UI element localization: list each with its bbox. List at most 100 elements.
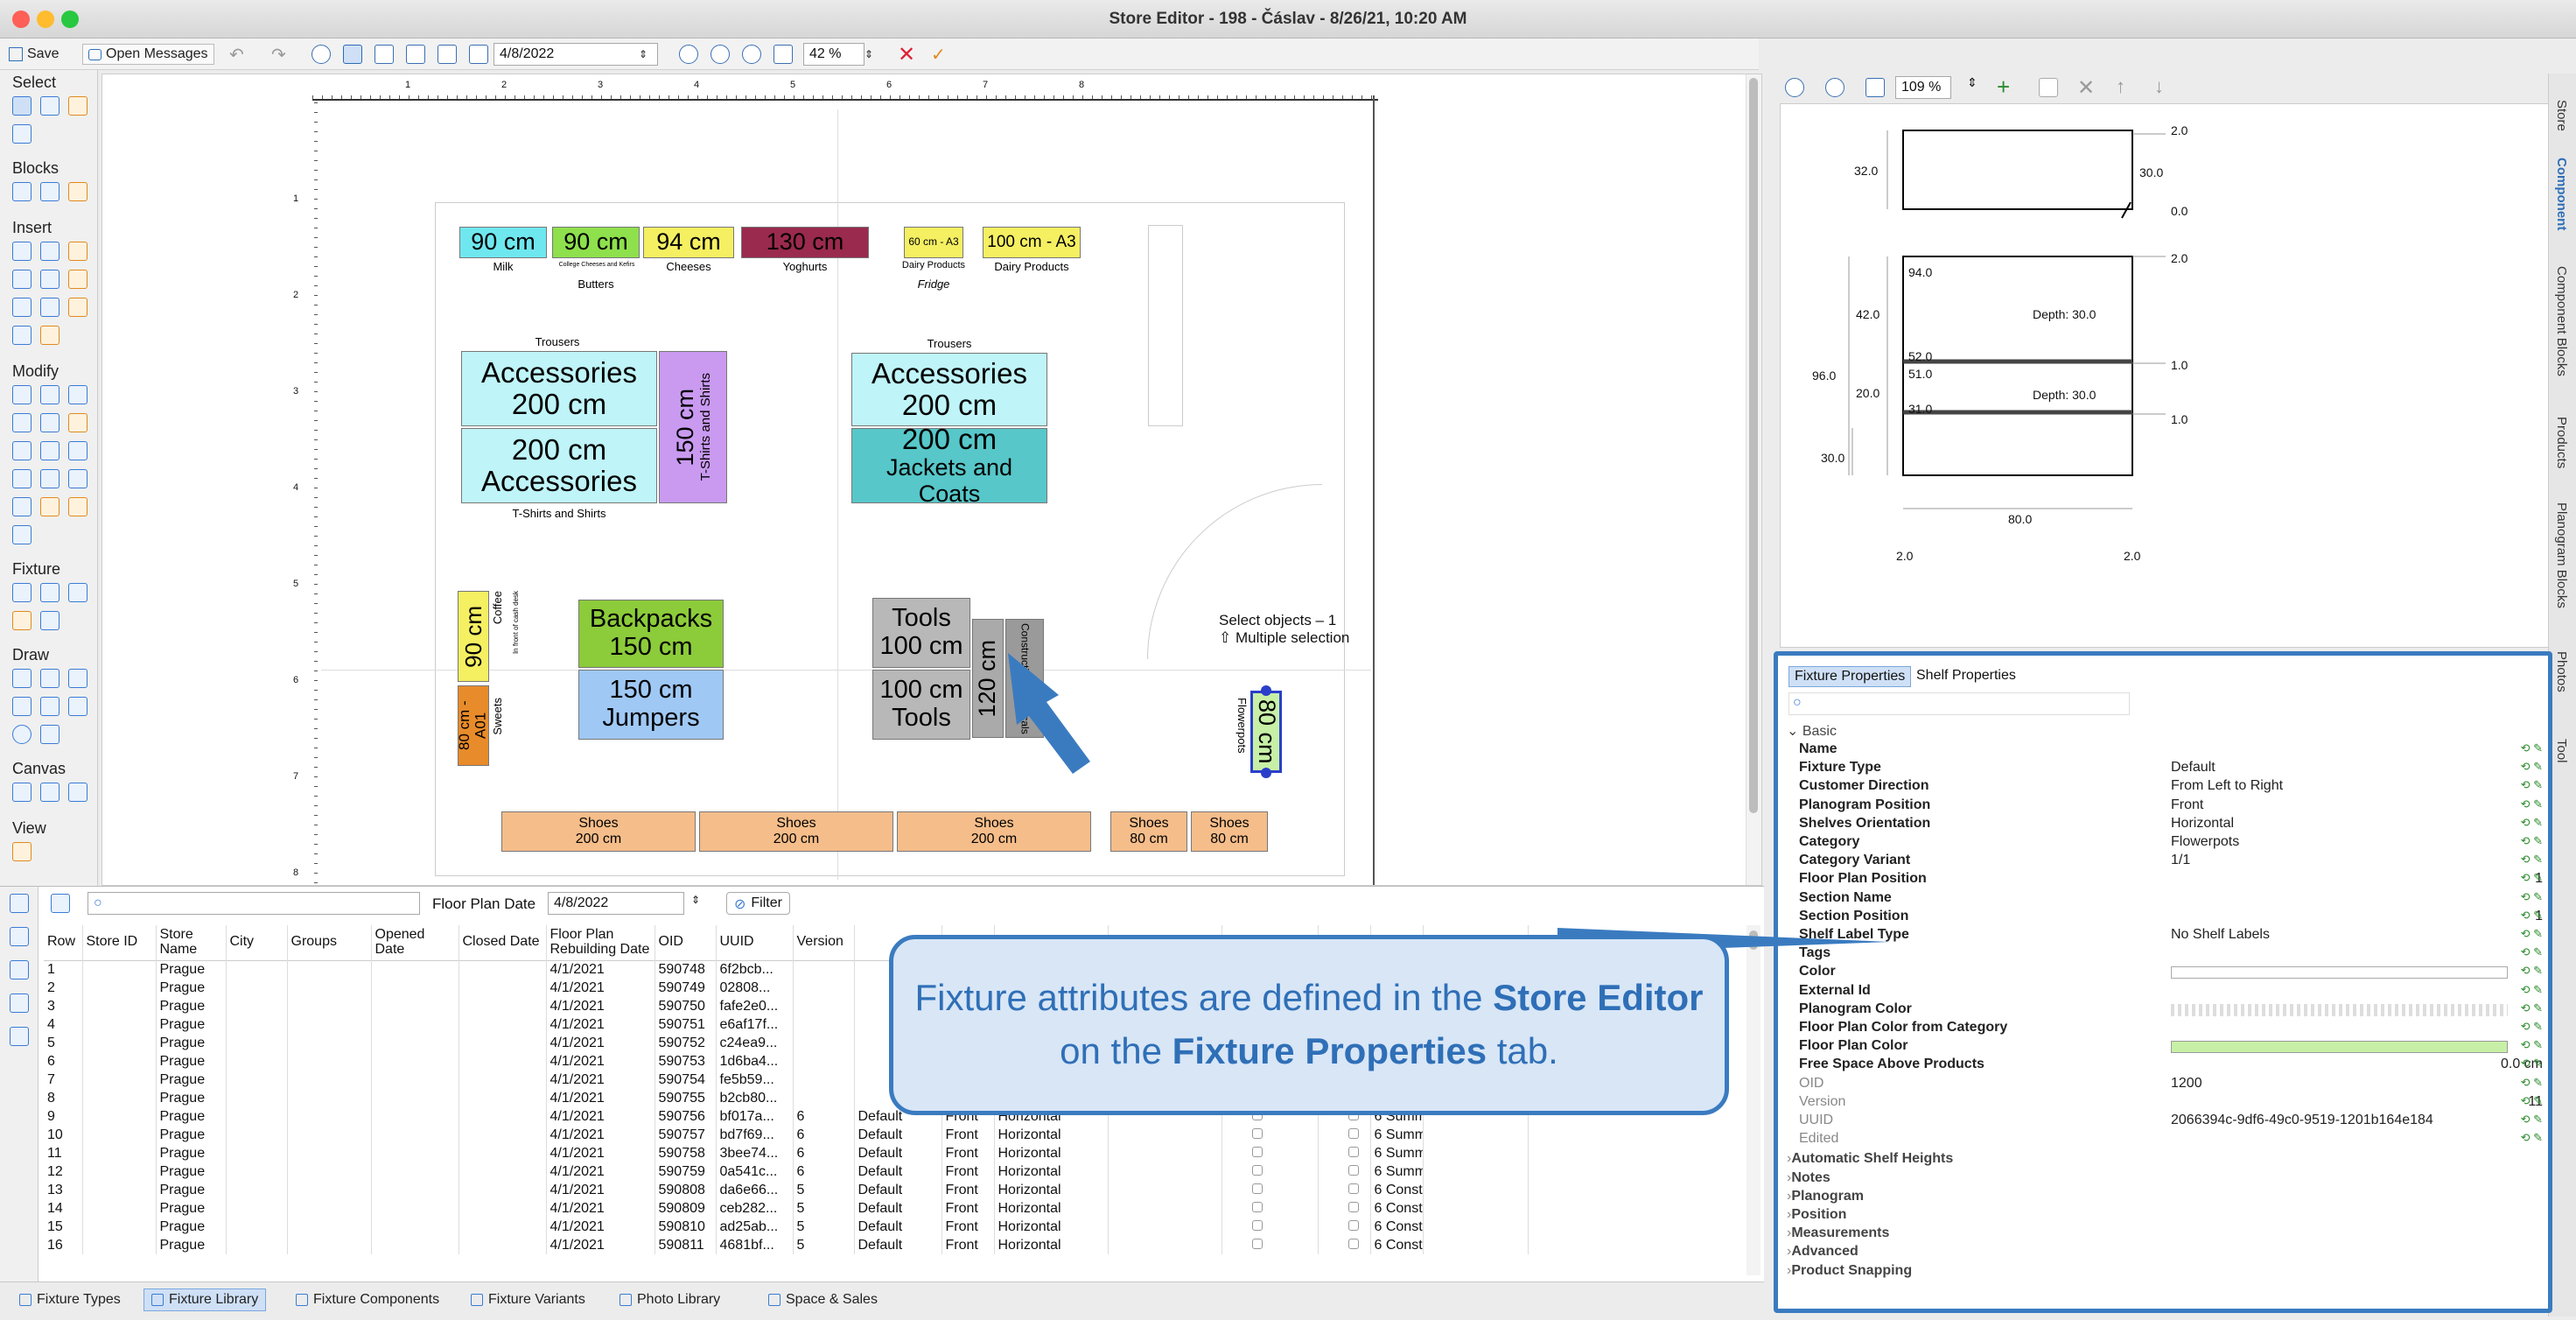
draw-curve-icon[interactable] <box>12 697 32 716</box>
table-row[interactable]: 13 Prague 4/1/2021 590808 da6e66... 5 Default F… <box>44 1181 1529 1199</box>
bottom-tab-fixture-components[interactable]: Fixture Components <box>289 1288 446 1311</box>
property-group[interactable]: › Product Snapping <box>1787 1263 2530 1281</box>
property-reset-icon[interactable]: ⟲ ✎ <box>2521 909 2543 923</box>
insert-panel-icon[interactable] <box>40 242 60 261</box>
property-group[interactable]: › Advanced <box>1787 1244 2530 1262</box>
column-header[interactable]: Version <box>793 925 855 960</box>
fixture-accessories-right[interactable]: Accessories 200 cm <box>851 353 1047 426</box>
insert-text-icon[interactable] <box>12 270 32 289</box>
align-right-icon[interactable] <box>68 441 88 460</box>
table-row[interactable]: 15 Prague 4/1/2021 590810 ad25ab... 5 Default F… <box>44 1218 1529 1236</box>
property-group[interactable]: › Measurements <box>1787 1225 2530 1244</box>
camera-icon[interactable] <box>438 45 457 64</box>
draw-line-icon[interactable] <box>12 669 32 688</box>
select-tool-icon[interactable] <box>12 96 32 116</box>
draw-rectangle-icon[interactable] <box>68 697 88 716</box>
table-row[interactable]: 14 Prague 4/1/2021 590809 ceb282... 5 Default F… <box>44 1199 1529 1218</box>
align-grid-icon[interactable] <box>40 413 60 432</box>
fixture-shoes-1[interactable]: Shoes 200 cm <box>501 811 696 852</box>
zoom-input[interactable]: 42 % <box>803 43 864 66</box>
floor-plan-date-input[interactable]: 4/8/2022 <box>548 892 684 915</box>
export-xls-2-icon[interactable] <box>10 927 29 946</box>
column-header[interactable]: Groups <box>287 925 372 960</box>
property-reset-icon[interactable]: ⟲ ✎ <box>2521 1001 2543 1015</box>
align-middle-icon[interactable] <box>40 469 60 488</box>
move-down-icon[interactable]: ↓ <box>2154 75 2164 98</box>
layers-icon[interactable] <box>469 45 488 64</box>
fixture-jackets[interactable]: 200 cm Jackets and Coats <box>851 423 1047 507</box>
checkbox[interactable] <box>1251 1201 1263 1212</box>
property-reset-icon[interactable]: ⟲ ✎ <box>2521 871 2543 885</box>
property-reset-icon[interactable]: ⟲ ✎ <box>2521 1038 2543 1052</box>
column-header[interactable]: UUID <box>716 925 794 960</box>
property-reset-icon[interactable]: ⟲ ✎ <box>2521 741 2543 755</box>
property-reset-icon[interactable]: ⟲ ✎ <box>2521 816 2543 830</box>
fixture-accessories-bottom-left[interactable]: 200 cm Accessories <box>461 428 657 503</box>
component-fit-icon[interactable] <box>1866 78 1885 97</box>
duplicate-shelf-icon[interactable] <box>2039 78 2058 97</box>
arrange-icon[interactable] <box>68 497 88 516</box>
group-icon[interactable] <box>12 497 32 516</box>
property-reset-icon[interactable]: ⟲ ✎ <box>2521 1020 2543 1034</box>
fixture-shoes-2[interactable]: Shoes 200 cm <box>699 811 893 852</box>
property-reset-icon[interactable]: ⟲ ✎ <box>2521 1094 2543 1108</box>
insert-note-icon[interactable] <box>68 242 88 261</box>
checkbox[interactable] <box>1348 1238 1359 1249</box>
undo-icon[interactable]: ↶ <box>229 44 244 65</box>
column-header[interactable]: Store ID <box>82 925 157 960</box>
cancel-icon[interactable]: ✕ <box>898 43 915 67</box>
checkbox[interactable] <box>1251 1238 1263 1249</box>
distribute-v-icon[interactable] <box>40 441 60 460</box>
fixture-milk[interactable]: 90 cm <box>459 227 547 258</box>
insert-table-icon[interactable] <box>12 242 32 261</box>
fixture-rotate-icon[interactable] <box>40 583 60 602</box>
property-reset-icon[interactable]: ⟲ ✎ <box>2521 760 2543 774</box>
tab-component[interactable]: Component <box>2554 158 2569 230</box>
draw-polygon-icon[interactable] <box>40 725 60 744</box>
property-group[interactable]: › Planogram <box>1787 1189 2530 1207</box>
checkbox[interactable] <box>1251 1164 1263 1176</box>
fixture-frame-icon[interactable] <box>40 611 60 630</box>
redo-icon[interactable]: ↷ <box>271 44 286 65</box>
checkbox[interactable] <box>1348 1183 1359 1194</box>
tab-store[interactable]: Store <box>2554 100 2569 131</box>
column-header[interactable]: Row <box>44 925 83 960</box>
checkbox[interactable] <box>1348 1219 1359 1231</box>
property-reset-icon[interactable]: ⟲ ✎ <box>2521 778 2543 792</box>
table-search-input[interactable]: ○ <box>88 892 420 915</box>
bottom-tab-photo-library[interactable]: Photo Library <box>612 1288 727 1311</box>
grid-icon[interactable] <box>374 45 394 64</box>
align-bottom-icon[interactable] <box>68 469 88 488</box>
point-select-icon[interactable] <box>40 96 60 116</box>
date-stepper-icon[interactable]: ⇕ <box>639 44 648 65</box>
bottom-tab-fixture-library[interactable]: Fixture Library <box>144 1288 267 1311</box>
property-reset-icon[interactable]: ⟲ ✎ <box>2521 853 2543 867</box>
fixture-backpacks[interactable]: Backpacks 150 cm <box>578 600 724 668</box>
table-settings-icon[interactable] <box>51 894 70 913</box>
fixture-connect-icon[interactable] <box>12 583 32 602</box>
property-reset-icon[interactable]: ⟲ ✎ <box>2521 1113 2543 1127</box>
zoom-stepper-icon[interactable]: ⇕ <box>864 44 873 65</box>
property-reset-icon[interactable]: ⟲ ✎ <box>2521 964 2543 978</box>
fixture-edit-icon[interactable] <box>68 583 88 602</box>
property-reset-icon[interactable]: ⟲ ✎ <box>2521 927 2543 941</box>
draw-path-icon[interactable] <box>40 697 60 716</box>
fixture-dairy-a3-small[interactable]: 60 cm - A3 <box>904 227 963 258</box>
distribute-h-icon[interactable] <box>12 441 32 460</box>
block-stack-icon[interactable] <box>40 182 60 201</box>
mirror-icon[interactable] <box>68 413 88 432</box>
tab-photos[interactable]: Photos <box>2554 651 2569 692</box>
column-header[interactable]: OID <box>654 925 717 960</box>
checkbox[interactable] <box>1251 1183 1263 1194</box>
fixture-coffee[interactable]: 90 cm <box>458 591 489 682</box>
property-reset-icon[interactable]: ⟲ ✎ <box>2521 1076 2543 1090</box>
insert-chart-icon[interactable] <box>68 298 88 317</box>
checkbox[interactable] <box>1348 1164 1359 1176</box>
view-options-icon[interactable] <box>12 842 32 861</box>
component-zoom-stepper-icon[interactable]: ⇕ <box>1967 75 1978 90</box>
property-group[interactable]: › Automatic Shelf Heights <box>1787 1151 2530 1169</box>
export-xls-icon[interactable] <box>10 894 29 913</box>
property-reset-icon[interactable]: ⟲ ✎ <box>2521 1057 2543 1071</box>
tab-planogram-blocks[interactable]: Planogram Blocks <box>2554 502 2569 608</box>
table-row[interactable]: 12 Prague 4/1/2021 590759 0a541c... 6 Default F… <box>44 1162 1529 1181</box>
